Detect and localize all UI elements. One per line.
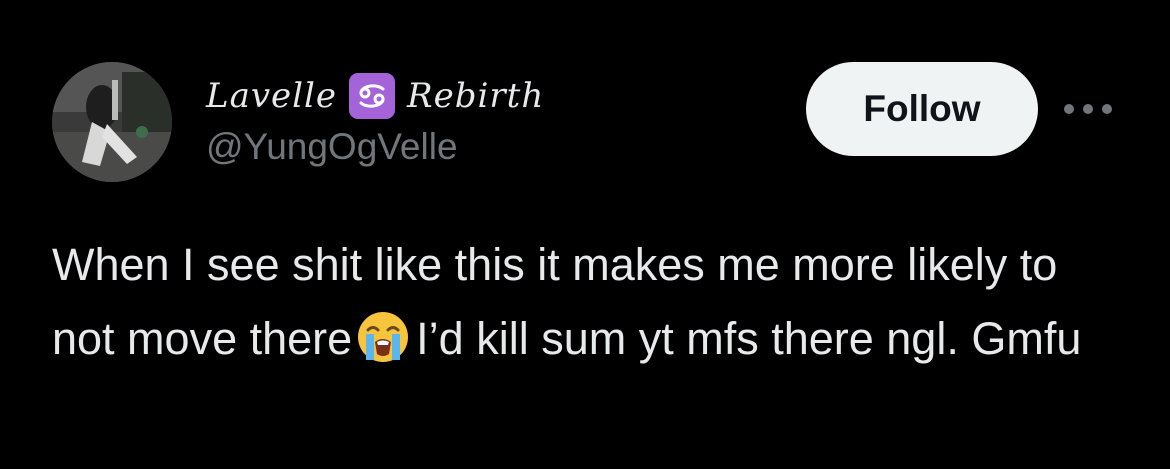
display-name-first: Lavelle [206, 76, 338, 116]
tweet-text: When I see shit like this it makes me mo… [52, 228, 1132, 376]
more-dots-icon [1064, 104, 1112, 114]
loudly-crying-face-icon [356, 310, 410, 364]
follow-button[interactable]: Follow [806, 62, 1038, 156]
cancer-zodiac-icon [349, 73, 396, 119]
tweet: Lavelle Rebirth @YungOgVelle Follow When… [0, 0, 1170, 469]
more-options-button[interactable] [1058, 92, 1118, 126]
tweet-text-part-2: I’d kill sum yt mfs there ngl. Gmfu [416, 313, 1082, 364]
user-handle[interactable]: @YungOgVelle [206, 126, 458, 168]
display-name-row[interactable]: Lavelle Rebirth [206, 66, 544, 126]
display-name-second: Rebirth [407, 76, 545, 116]
avatar[interactable] [52, 62, 172, 182]
